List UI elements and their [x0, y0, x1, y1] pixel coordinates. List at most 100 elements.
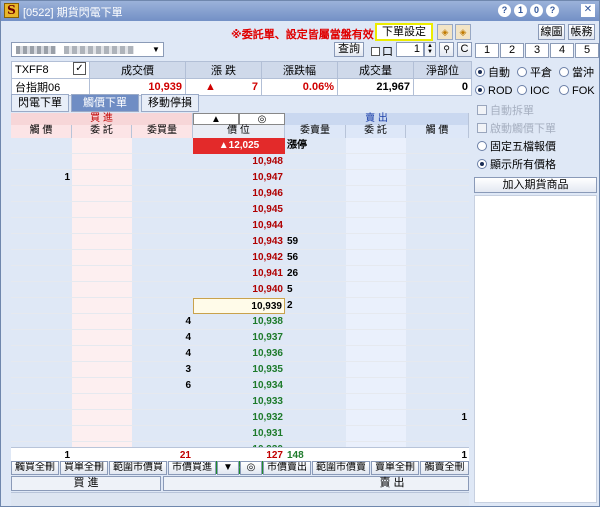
center-button[interactable]: ◎: [240, 461, 262, 475]
sell-order-cell[interactable]: [346, 282, 406, 298]
buy-trigger-cell[interactable]: [11, 202, 72, 218]
query-button[interactable]: 查詢: [334, 42, 364, 57]
sell-trigger-cell[interactable]: [406, 138, 469, 154]
tif-ioc[interactable]: IOC: [517, 83, 550, 99]
order-type-auto[interactable]: 自動: [475, 65, 510, 81]
bid-qty-cell[interactable]: [132, 250, 193, 266]
buy-order-cell[interactable]: [72, 202, 132, 218]
tif-rod[interactable]: ROD: [475, 83, 512, 99]
buy-order-cell[interactable]: [72, 186, 132, 202]
buy-trigger-cell[interactable]: [11, 314, 72, 330]
search-icon[interactable]: ⚲: [439, 42, 454, 57]
tif-fok[interactable]: FOK: [559, 83, 595, 99]
buy-trigger-cell[interactable]: [11, 346, 72, 362]
qty-input[interactable]: 1: [396, 42, 424, 57]
ask-qty-cell[interactable]: [285, 410, 346, 426]
price-cell[interactable]: 10,940: [193, 282, 285, 298]
scroll-up-button[interactable]: ▲: [193, 113, 239, 125]
ask-qty-cell[interactable]: 59: [285, 234, 346, 250]
auto-trigger-checkbox[interactable]: 啟動觸價下單: [477, 121, 556, 137]
buy-trigger-cell[interactable]: [11, 266, 72, 282]
ask-qty-cell[interactable]: [285, 186, 346, 202]
price-cell[interactable]: 10,934: [193, 378, 285, 394]
delete-all-buy-orders-button[interactable]: 買單全刪: [60, 461, 108, 475]
current-price-cell[interactable]: 10,939: [193, 298, 285, 314]
help-icon[interactable]: ?: [498, 4, 511, 17]
ask-qty-cell[interactable]: 2: [285, 298, 346, 314]
close-icon[interactable]: ✕: [581, 4, 595, 17]
bid-qty-cell[interactable]: 4: [132, 346, 193, 362]
bid-qty-cell[interactable]: 3: [132, 362, 193, 378]
ask-qty-cell[interactable]: 5: [285, 282, 346, 298]
sell-order-cell[interactable]: [346, 154, 406, 170]
sell-order-cell[interactable]: [346, 170, 406, 186]
price-cell[interactable]: 10,937: [193, 330, 285, 346]
price-cell[interactable]: 10,946: [193, 186, 285, 202]
sell-trigger-cell[interactable]: [406, 378, 469, 394]
sell-trigger-cell[interactable]: [406, 170, 469, 186]
sell-order-cell[interactable]: [346, 330, 406, 346]
order-setting-button[interactable]: 下單設定: [375, 23, 433, 41]
sell-trigger-cell[interactable]: [406, 186, 469, 202]
sell-order-cell[interactable]: [346, 186, 406, 202]
buy-button[interactable]: 買 進: [11, 476, 161, 491]
buy-order-cell[interactable]: [72, 330, 132, 346]
buy-order-cell[interactable]: [72, 170, 132, 186]
sell-order-cell[interactable]: [346, 394, 406, 410]
auto-split-checkbox[interactable]: 自動拆單: [477, 103, 534, 119]
sell-trigger-cell[interactable]: [406, 330, 469, 346]
buy-trigger-cell[interactable]: [11, 282, 72, 298]
sell-trigger-cell[interactable]: [406, 218, 469, 234]
price-cell[interactable]: 10,933: [193, 394, 285, 410]
tab-trigger-order[interactable]: 觸價下單: [71, 94, 139, 112]
buy-trigger-cell[interactable]: 1: [11, 170, 72, 186]
sell-trigger-cell[interactable]: [406, 314, 469, 330]
ask-qty-cell[interactable]: [285, 330, 346, 346]
price-cell[interactable]: 10,935: [193, 362, 285, 378]
qty-preset-2[interactable]: 2: [500, 43, 524, 58]
diamond-icon-right[interactable]: ◈: [455, 24, 471, 40]
ask-qty-cell[interactable]: [285, 218, 346, 234]
buy-trigger-cell[interactable]: [11, 250, 72, 266]
price-cell[interactable]: 10,945: [193, 202, 285, 218]
buy-trigger-cell[interactable]: [11, 410, 72, 426]
bid-qty-cell[interactable]: [132, 218, 193, 234]
ask-qty-cell[interactable]: [285, 362, 346, 378]
title-bar[interactable]: S [0522] 期貨閃電下單 ? 1 0 ? ✕: [1, 1, 599, 21]
market-buy-button[interactable]: 市價買進: [168, 461, 216, 475]
buy-trigger-cell[interactable]: [11, 394, 72, 410]
buy-order-cell[interactable]: [72, 314, 132, 330]
sell-trigger-cell[interactable]: 1: [406, 410, 469, 426]
symbol-checkbox[interactable]: ✓: [73, 62, 86, 75]
bid-qty-cell[interactable]: [132, 394, 193, 410]
ask-qty-cell[interactable]: 56: [285, 250, 346, 266]
clear-button[interactable]: C: [457, 42, 472, 57]
sell-trigger-cell[interactable]: [406, 250, 469, 266]
sell-order-cell[interactable]: [346, 362, 406, 378]
buy-trigger-cell[interactable]: [11, 138, 72, 154]
account-select[interactable]: ▼: [11, 42, 164, 57]
buy-order-cell[interactable]: [72, 394, 132, 410]
sell-button[interactable]: 賣 出: [163, 476, 469, 491]
bid-qty-cell[interactable]: 6: [132, 378, 193, 394]
sell-order-cell[interactable]: [346, 298, 406, 314]
bid-qty-cell[interactable]: [132, 202, 193, 218]
buy-order-cell[interactable]: [72, 362, 132, 378]
buy-trigger-cell[interactable]: [11, 154, 72, 170]
ask-qty-cell[interactable]: [285, 202, 346, 218]
buy-order-cell[interactable]: [72, 250, 132, 266]
ask-qty-cell[interactable]: [285, 154, 346, 170]
sell-trigger-cell[interactable]: [406, 394, 469, 410]
bid-qty-cell[interactable]: [132, 298, 193, 314]
buy-trigger-cell[interactable]: [11, 298, 72, 314]
buy-order-cell[interactable]: [72, 346, 132, 362]
range-market-buy-button[interactable]: 範圍市價買: [109, 461, 167, 475]
bid-qty-cell[interactable]: [132, 410, 193, 426]
ask-qty-cell[interactable]: [285, 426, 346, 442]
qty-preset-1[interactable]: 1: [475, 43, 499, 58]
buy-trigger-cell[interactable]: [11, 234, 72, 250]
sell-order-cell[interactable]: [346, 202, 406, 218]
sell-trigger-cell[interactable]: [406, 362, 469, 378]
sell-order-cell[interactable]: [346, 266, 406, 282]
bid-qty-cell[interactable]: [132, 170, 193, 186]
